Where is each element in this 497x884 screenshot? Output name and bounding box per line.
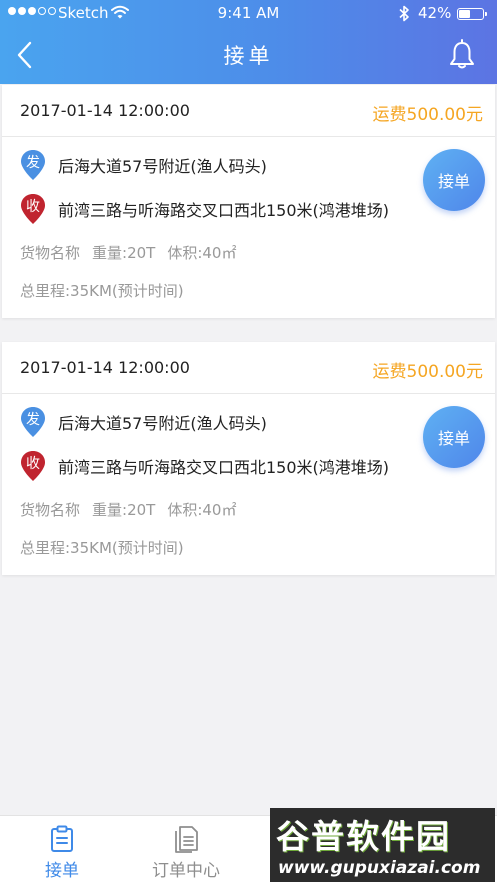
battery-percentage: 42% xyxy=(418,4,452,22)
origin-pin-label: 发 xyxy=(26,412,40,428)
cargo-name: 货物名称 xyxy=(20,244,81,262)
accept-order-button[interactable]: 接单 xyxy=(423,149,485,211)
status-bar: Sketch 9:41 AM 42% xyxy=(0,0,497,28)
total-distance: 总里程:35KM(预计时间) xyxy=(20,282,184,300)
order-datetime: 2017-01-14 12:00:00 xyxy=(20,358,190,377)
distance-row: 总里程:35KM(预计时间) xyxy=(20,280,196,301)
cargo-weight: 重量:20T xyxy=(92,244,156,262)
destination-pin-label: 收 xyxy=(26,456,40,472)
order-fee: 运费500.00元 xyxy=(372,362,483,382)
order-card: 2017-01-14 12:00:00 运费500.00元 发 后海大道57号附… xyxy=(2,342,495,575)
origin-pin-label: 发 xyxy=(26,155,40,171)
cargo-name: 货物名称 xyxy=(20,501,81,519)
total-distance: 总里程:35KM(预计时间) xyxy=(20,539,184,557)
clipboard-icon xyxy=(51,825,73,852)
cargo-volume: 体积:40㎡ xyxy=(167,501,237,519)
destination-address: 前湾三路与听海路交叉口西北150米(鸿港堆场) xyxy=(58,458,390,477)
watermark-logo: 谷普软件园 www.gupuxiazai.com xyxy=(270,808,495,882)
destination-address: 前湾三路与听海路交叉口西北150米(鸿港堆场) xyxy=(58,201,390,220)
cargo-info-row: 货物名称 重量:20T 体积:40㎡ xyxy=(20,499,248,520)
watermark-text: 谷普软件园 xyxy=(276,817,451,856)
origin-pin-icon: 发 xyxy=(20,149,46,181)
tab-accept-orders[interactable]: 接单 xyxy=(0,816,124,884)
origin-address: 后海大道57号附近(渔人码头) xyxy=(58,157,267,176)
page-title: 接单 xyxy=(223,44,274,68)
app-header: Sketch 9:41 AM 42% 接单 xyxy=(0,0,497,84)
order-card: 2017-01-14 12:00:00 运费500.00元 发 后海大道57号附… xyxy=(2,85,495,318)
order-fee: 运费500.00元 xyxy=(372,105,483,125)
order-card-header: 2017-01-14 12:00:00 运费500.00元 xyxy=(2,85,495,137)
destination-pin-icon: 收 xyxy=(20,193,46,225)
cargo-info-row: 货物名称 重量:20T 体积:40㎡ xyxy=(20,242,248,263)
distance-row: 总里程:35KM(预计时间) xyxy=(20,537,196,558)
bell-icon[interactable] xyxy=(447,38,477,70)
destination-pin-icon: 收 xyxy=(20,450,46,482)
origin-address: 后海大道57号附近(渔人码头) xyxy=(58,414,267,433)
document-list-icon xyxy=(175,826,198,853)
order-card-header: 2017-01-14 12:00:00 运费500.00元 xyxy=(2,342,495,394)
destination-pin-label: 收 xyxy=(26,199,40,215)
bluetooth-icon xyxy=(399,5,409,22)
accept-order-button[interactable]: 接单 xyxy=(423,406,485,468)
tab-label: 订单中心 xyxy=(152,861,220,881)
origin-pin-icon: 发 xyxy=(20,406,46,438)
order-datetime: 2017-01-14 12:00:00 xyxy=(20,101,190,120)
watermark-url: www.gupuxiazai.com xyxy=(278,858,481,878)
tab-label: 接单 xyxy=(45,861,79,881)
battery-icon xyxy=(457,8,487,20)
tab-order-center[interactable]: 订单中心 xyxy=(124,816,248,884)
cargo-volume: 体积:40㎡ xyxy=(167,244,237,262)
cargo-weight: 重量:20T xyxy=(92,501,156,519)
